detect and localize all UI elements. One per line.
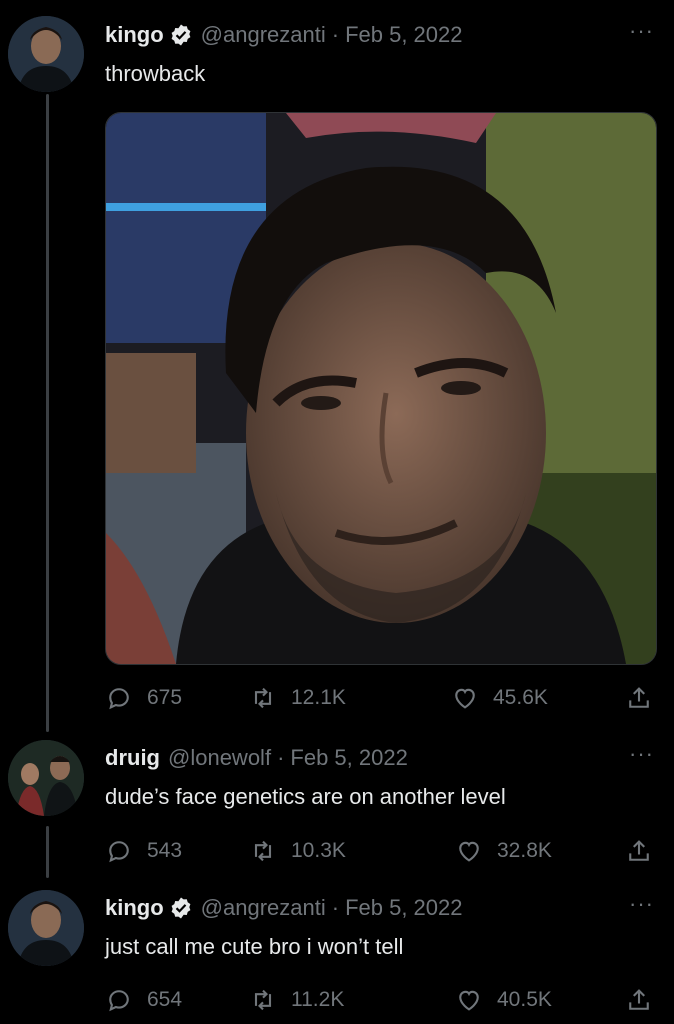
reply-icon [109, 688, 129, 710]
retweet-icon [254, 687, 272, 709]
more-icon[interactable]: ··· [629, 891, 654, 917]
retweet-button[interactable]: 12.1K [249, 684, 346, 712]
more-icon[interactable]: ··· [629, 741, 654, 767]
timestamp[interactable]: Feb 5, 2022 [290, 745, 407, 771]
reply-count: 543 [147, 839, 183, 862]
separator-dot: · [331, 895, 340, 920]
retweet-count: 11.2K [291, 988, 345, 1011]
thread-line-1 [46, 94, 49, 732]
display-name[interactable]: druig [105, 745, 160, 771]
tweet-text: throwback [105, 61, 206, 86]
share-button[interactable] [625, 684, 653, 712]
handle[interactable]: @lonewolf [168, 745, 271, 771]
tweet-header: druig @lonewolf · Feb 5, 2022 [105, 743, 662, 773]
separator-dot: · [277, 745, 285, 770]
share-button[interactable] [625, 837, 653, 865]
retweet-icon [254, 989, 272, 1011]
reply-icon [109, 841, 129, 863]
thread-line-2 [46, 826, 49, 878]
avatar-druig[interactable] [8, 740, 84, 816]
like-count: 45.6K [493, 686, 548, 709]
tweet-1-actions: 675 12.1K 45.6K [105, 680, 660, 716]
display-name[interactable]: kingo [105, 22, 164, 48]
like-button[interactable]: 32.8K [455, 837, 552, 865]
like-count: 32.8K [497, 839, 552, 862]
handle[interactable]: @angrezanti [201, 22, 326, 48]
heart-icon [455, 688, 475, 709]
reply-button[interactable]: 675 [105, 684, 182, 712]
like-button[interactable]: 45.6K [451, 684, 548, 712]
heart-icon [459, 841, 479, 862]
verified-badge-icon [169, 896, 193, 920]
share-icon [629, 989, 649, 1010]
retweet-button[interactable]: 11.2K [249, 986, 344, 1014]
like-count: 40.5K [497, 988, 552, 1011]
tweet-3-actions: 654 11.2K 40.5K [105, 982, 660, 1018]
retweet-count: 10.3K [291, 839, 346, 862]
tweet-header: kingo @angrezanti · Feb 5, 2022 [105, 893, 662, 923]
tweet-2[interactable]: druig @lonewolf · Feb 5, 2022 ··· dude’s… [105, 741, 662, 810]
timestamp[interactable]: Feb 5, 2022 [345, 22, 462, 48]
avatar-kingo[interactable] [8, 16, 84, 92]
share-icon [629, 840, 649, 861]
reply-count: 675 [147, 686, 183, 709]
tweet-photo[interactable] [105, 112, 657, 665]
retweet-button[interactable]: 10.3K [249, 837, 346, 865]
tweet-text: dude’s face genetics are on another leve… [105, 784, 506, 809]
retweet-icon [254, 840, 272, 862]
avatar-kingo[interactable] [8, 890, 84, 966]
reply-icon [109, 990, 129, 1012]
tweet-2-actions: 543 10.3K 32.8K [105, 833, 660, 869]
more-icon[interactable]: ··· [629, 18, 654, 44]
share-button[interactable] [625, 986, 653, 1014]
separator-dot: · [331, 22, 340, 47]
reply-count: 654 [147, 988, 183, 1011]
share-icon [629, 687, 649, 708]
tweet-header: kingo @angrezanti · Feb 5, 2022 [105, 20, 662, 50]
tweet-text: just call me cute bro i won’t tell [105, 934, 404, 959]
reply-button[interactable]: 654 [105, 986, 182, 1014]
timestamp[interactable]: Feb 5, 2022 [345, 895, 462, 921]
retweet-count: 12.1K [291, 686, 346, 709]
like-button[interactable]: 40.5K [455, 986, 552, 1014]
verified-badge-icon [169, 23, 193, 47]
tweet-1[interactable]: kingo @angrezanti · Feb 5, 2022 ··· thro… [105, 18, 662, 87]
tweet-3[interactable]: kingo @angrezanti · Feb 5, 2022 ··· just… [105, 891, 662, 960]
handle[interactable]: @angrezanti [201, 895, 326, 921]
reply-button[interactable]: 543 [105, 837, 182, 865]
display-name[interactable]: kingo [105, 895, 164, 921]
heart-icon [459, 990, 479, 1011]
